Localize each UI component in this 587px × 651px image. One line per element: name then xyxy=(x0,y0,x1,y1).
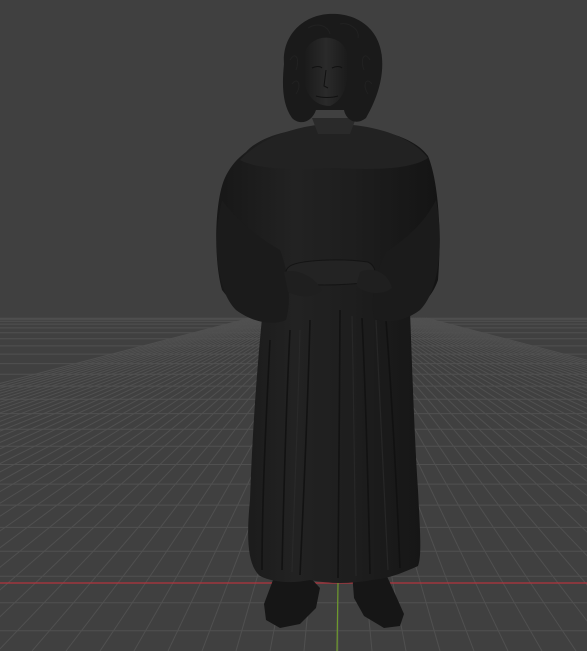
viewport-canvas[interactable] xyxy=(0,0,587,651)
model-neck-band xyxy=(312,118,356,134)
3d-viewport[interactable] xyxy=(0,0,587,651)
